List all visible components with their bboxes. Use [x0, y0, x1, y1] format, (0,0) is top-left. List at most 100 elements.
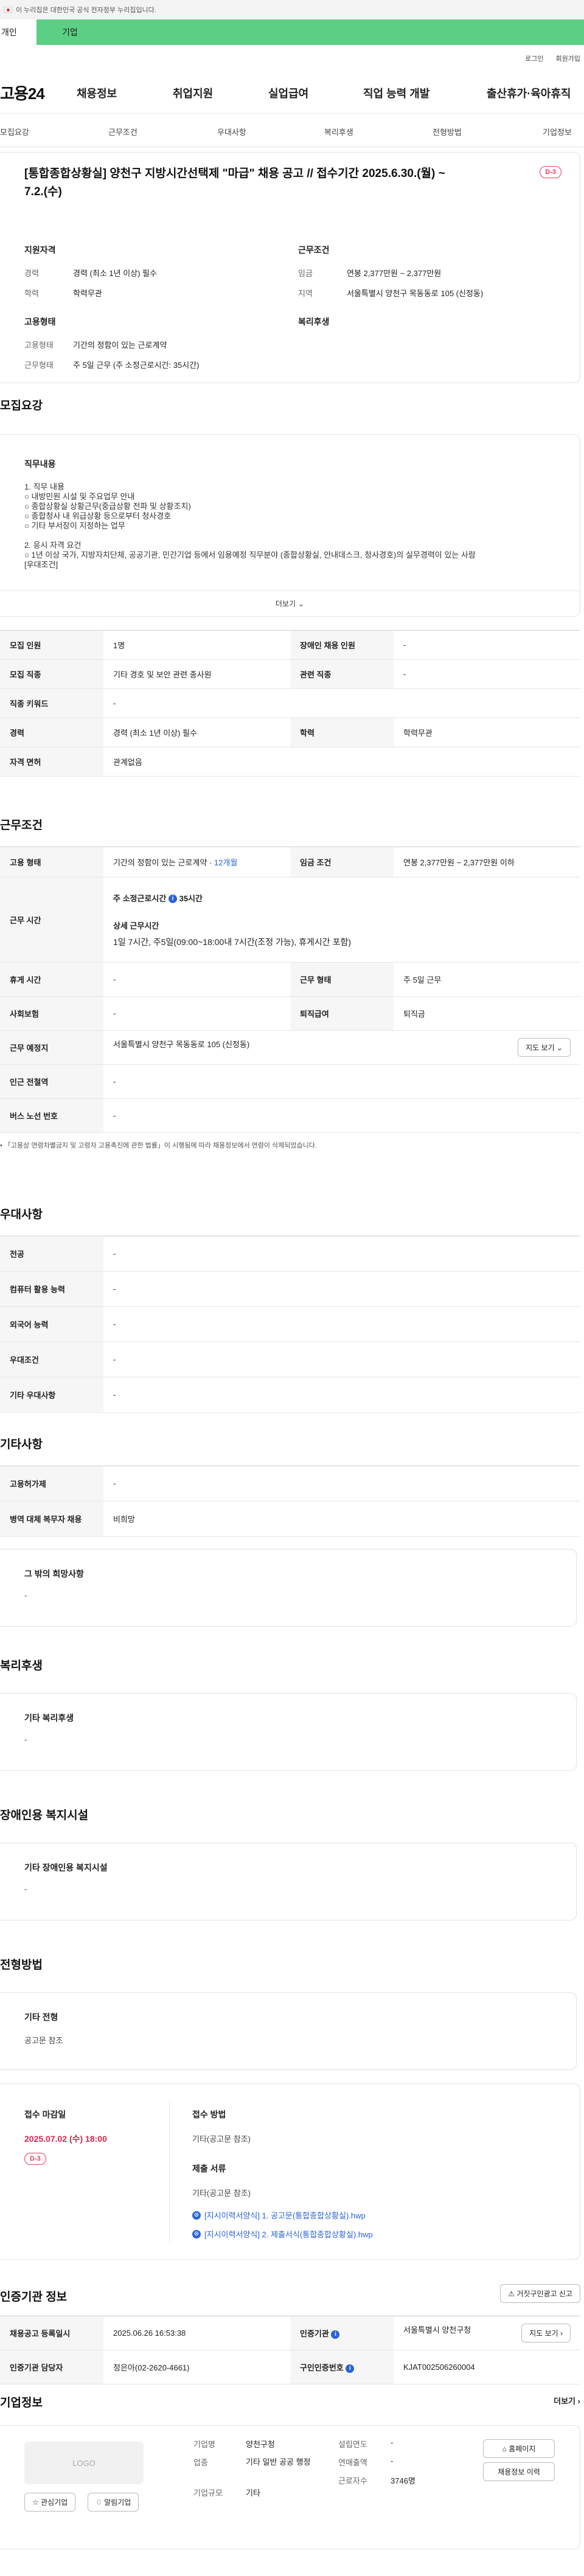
info-icon[interactable]: i	[331, 2330, 340, 2339]
table-row: 우대조건 -	[0, 1342, 580, 1377]
anchor-recruit[interactable]: 모집요강	[0, 126, 29, 137]
table-key: 경력	[0, 718, 103, 747]
table-key: 휴게 시간	[0, 962, 103, 997]
favorite-company-button[interactable]: ☆ 관심기업	[24, 2493, 76, 2512]
summary-value: 서울특별시 양천구 목동동로 105 (신정동)	[347, 289, 484, 298]
preference-title: 우대사항	[0, 1208, 43, 1221]
company-field-key: 기업명	[193, 2440, 215, 2449]
welfare-heading: 복리후생	[298, 317, 330, 327]
welfare-other-value: -	[24, 1735, 27, 1744]
company-field-key: 연매출액	[338, 2458, 367, 2467]
anchor-selection[interactable]: 전형방법	[433, 126, 462, 137]
company-field-value: 양천구청	[246, 2440, 275, 2449]
company-section: 기업정보 더보기 › LOGO ☆ 관심기업 ♢ 알림기업 기업명 양천구청 업종…	[0, 2394, 580, 2549]
tab-person[interactable]: 개인	[0, 19, 36, 45]
work-title: 근무조건	[0, 819, 43, 832]
company-more-link[interactable]: 더보기 ›	[554, 2395, 580, 2406]
company-fields: 기업명 양천구청 업종 기타 일반 공공 행정 기업규모 기타	[193, 2438, 319, 2505]
attachment-name: [지시이력서양식] 1. 공고문(통합종합상황실).hwp	[204, 2211, 366, 2220]
disability-other-value: -	[24, 1885, 27, 1894]
bell-icon: ♢	[96, 2498, 102, 2507]
table-key: 고용허가제	[0, 1466, 103, 1501]
map-view-button[interactable]: 지도 보기 ⌄	[518, 1038, 571, 1057]
table-key: 근무 시간	[0, 877, 103, 963]
duties-line: ○ 종합상황실 상황근무(중급상황 전파 및 상황조치)	[24, 502, 191, 511]
chevron-right-icon: ›	[560, 2329, 563, 2338]
table-value: -	[103, 1377, 580, 1413]
anchor-welfare[interactable]: 복리후생	[324, 126, 353, 137]
table-value: 퇴직금	[394, 996, 580, 1031]
anchor-company[interactable]: 기업정보	[543, 126, 572, 137]
duties-spacer	[24, 531, 560, 541]
report-label: 거짓구인광고 신고	[516, 2290, 572, 2298]
summary-value: 학력무관	[73, 289, 102, 298]
deadline-dday-badge: D-3	[24, 2153, 46, 2165]
anchor-work-conditions[interactable]: 근무조건	[108, 126, 137, 137]
etc-table: 고용허가제 - 병역 대체 복무자 채용 비희망	[0, 1466, 580, 1537]
site-logo[interactable]: 고용24	[0, 81, 45, 104]
table-row: 버스 노선 번호 -	[0, 1098, 580, 1133]
recruit-table: 모집 인원 1명 장애인 채용 인원 - 모집 직종 기타 경호 및 보안 관련…	[0, 630, 580, 777]
welfare-other-heading: 기타 복리후생	[24, 1713, 74, 1723]
support-heading: 지원자격	[24, 245, 56, 255]
table-value: -	[103, 996, 290, 1031]
summary-row: 근무형태 주 5일 근무 (주 소정근로시간: 35시간)	[24, 359, 280, 370]
company-field-value: -	[391, 2456, 394, 2465]
attachment-link[interactable]: ⊙ [지시이력서양식] 1. 공고문(통합종합상황실).hwp	[192, 2209, 373, 2221]
attachment-icon: ⊙	[192, 2211, 201, 2220]
apply-block: 접수 방법 기타(공고문 참조) 제출 서류 기타(공고문 참조) ⊙ [지시이력…	[192, 2108, 373, 2247]
company-field-value: 3746명	[391, 2476, 415, 2485]
table-key: 직종 키워드	[0, 688, 103, 718]
gnb-menu-employment-support[interactable]: 취업지원	[173, 85, 213, 101]
footnote-text: 「고용상 연령차별금지 및 고령자 고용촉진에 관한 법률」이 시행됨에 따라 …	[4, 1142, 317, 1149]
company-field: 기업명 양천구청	[193, 2438, 319, 2456]
signup-link[interactable]: 회원가입	[556, 54, 580, 63]
cert-table: 채용공고 등록일시 2025.06.26 16:53:38 인증기관 i 서울특…	[0, 2316, 580, 2384]
hiring-history-button[interactable]: 채용정보 이력	[483, 2462, 555, 2481]
summary-key: 임금	[298, 269, 313, 278]
summary-key: 학력	[24, 289, 39, 298]
homepage-button[interactable]: ⌂ 홈페이지	[483, 2439, 555, 2458]
gnb-menu-vocational-training[interactable]: 직업 능력 개발	[363, 85, 429, 101]
table-value: -	[103, 1466, 580, 1501]
company-title: 기업정보	[0, 2397, 43, 2409]
table-value: 연봉 2,377만원 ~ 2,377만원 이하	[394, 847, 580, 878]
table-row: 외국어 능력 -	[0, 1306, 580, 1342]
info-icon[interactable]: i	[346, 2364, 355, 2373]
cert-map-button[interactable]: 지도 보기 ›	[521, 2324, 571, 2342]
cert-map-label: 지도 보기	[529, 2329, 558, 2338]
report-false-ad-button[interactable]: ⚠ 거짓구인광고 신고	[500, 2284, 580, 2303]
summary-key: 경력	[24, 269, 39, 278]
summary-value: 주 5일 근무 (주 소정근로시간: 35시간)	[73, 361, 200, 370]
employ-heading: 고용형태	[24, 317, 56, 327]
table-key: 고용 형태	[0, 847, 103, 878]
table-value: -	[394, 630, 580, 660]
table-value: 정은아(02-2620-4661)	[103, 2350, 290, 2384]
anchor-preference[interactable]: 우대사항	[217, 126, 246, 137]
page-extent	[0, 0, 1, 2576]
tab-company[interactable]: 기업	[36, 19, 78, 45]
gnb-menu-jobs[interactable]: 채용정보	[77, 85, 117, 101]
duties-line: 2. 응시 자격 요건	[24, 541, 82, 550]
table-row: 직종 키워드 -	[0, 688, 580, 718]
table-row: 경력 경력 (최소 1년 이상) 필수 학력 학력무관	[0, 718, 580, 747]
gnb-menu-parental-leave[interactable]: 출산휴가·육아휴직	[487, 85, 571, 101]
divider	[169, 2102, 170, 2242]
table-key: 임금 조건	[290, 847, 394, 878]
alarm-company-button[interactable]: ♢ 알림기업	[88, 2493, 139, 2512]
table-key: 퇴직급여	[290, 996, 394, 1031]
login-link[interactable]: 로그인	[525, 54, 543, 63]
selection-method-heading: 기타 전형	[24, 2012, 58, 2022]
info-icon[interactable]: i	[168, 895, 177, 904]
duties-more-button[interactable]: 더보기 ⌄	[0, 590, 580, 616]
cond-heading: 근무조건	[298, 245, 330, 255]
table-value: 기타 경호 및 보안 관련 종사원	[103, 659, 290, 689]
favorite-label: 관심기업	[41, 2498, 68, 2507]
table-row: 기타 우대사항 -	[0, 1377, 580, 1413]
global-nav: 고용24 채용정보 취업지원 실업급여 직업 능력 개발 출산휴가·육아휴직	[0, 72, 584, 113]
gnb-menu-unemployment-benefit[interactable]: 실업급여	[268, 85, 308, 101]
audience-tabs: 개인 기업	[0, 19, 584, 45]
attachment-link[interactable]: ⊙ [지시이력서양식] 2. 제출서식(통합종합상황실).hwp	[192, 2228, 373, 2240]
company-field-value: -	[391, 2438, 394, 2447]
selection-method-card: 기타 전형 공고문 참조	[0, 1992, 577, 2070]
